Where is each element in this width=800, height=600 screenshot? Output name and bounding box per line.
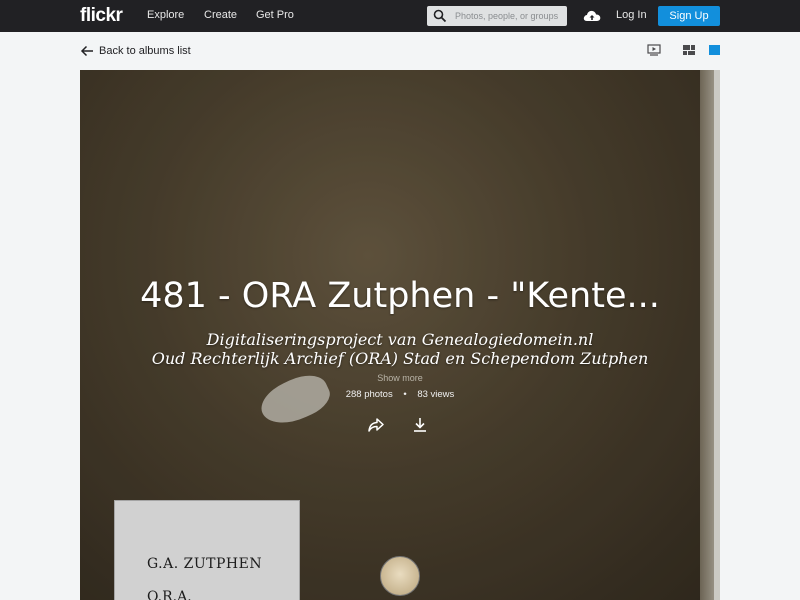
nav-explore-link[interactable]: Explore (147, 9, 184, 21)
album-description-line: Digitaliseringsproject van Genealogiedom… (206, 330, 594, 349)
show-more-link[interactable]: Show more (80, 373, 720, 383)
arrow-left-icon (80, 45, 93, 57)
search-input[interactable] (455, 9, 563, 23)
flickr-logo[interactable]: flickr (80, 5, 123, 27)
single-view-icon[interactable] (708, 44, 722, 56)
grid-layout-icon[interactable] (682, 44, 696, 56)
nav-get-pro-link[interactable]: Get Pro (256, 9, 294, 21)
album-stats: 288 photos • 83 views (80, 389, 720, 400)
nav-create-link[interactable]: Create (204, 9, 237, 21)
back-to-albums-link[interactable]: Back to albums list (80, 43, 191, 59)
album-description-line: Oud Rechterlijk Archief (ORA) Stad en Sc… (151, 349, 649, 368)
slideshow-icon[interactable] (647, 44, 661, 56)
album-title: 481 - ORA Zutphen - "Kente... (140, 276, 660, 316)
upload-cloud-icon[interactable] (582, 6, 602, 26)
back-to-albums-label: Back to albums list (99, 45, 191, 57)
top-nav: flickr Explore Create Get Pro Log In Sig… (0, 0, 800, 32)
album-cover-hero: G.A. ZUTPHEN O.R.A. 481 - ORA Zutphen - … (80, 70, 720, 600)
share-icon[interactable] (367, 416, 385, 434)
search-box (427, 6, 567, 26)
view-count: 83 views (417, 389, 455, 400)
photo-count: 288 photos (345, 389, 393, 400)
album-description: Digitaliseringsproject van Genealogiedom… (80, 330, 720, 368)
stats-separator: • (403, 389, 407, 400)
owner-avatar[interactable] (380, 556, 420, 596)
search-icon[interactable] (433, 9, 447, 23)
login-link[interactable]: Log In (616, 9, 647, 21)
sign-up-button[interactable]: Sign Up (658, 6, 720, 26)
download-icon[interactable] (411, 416, 429, 434)
